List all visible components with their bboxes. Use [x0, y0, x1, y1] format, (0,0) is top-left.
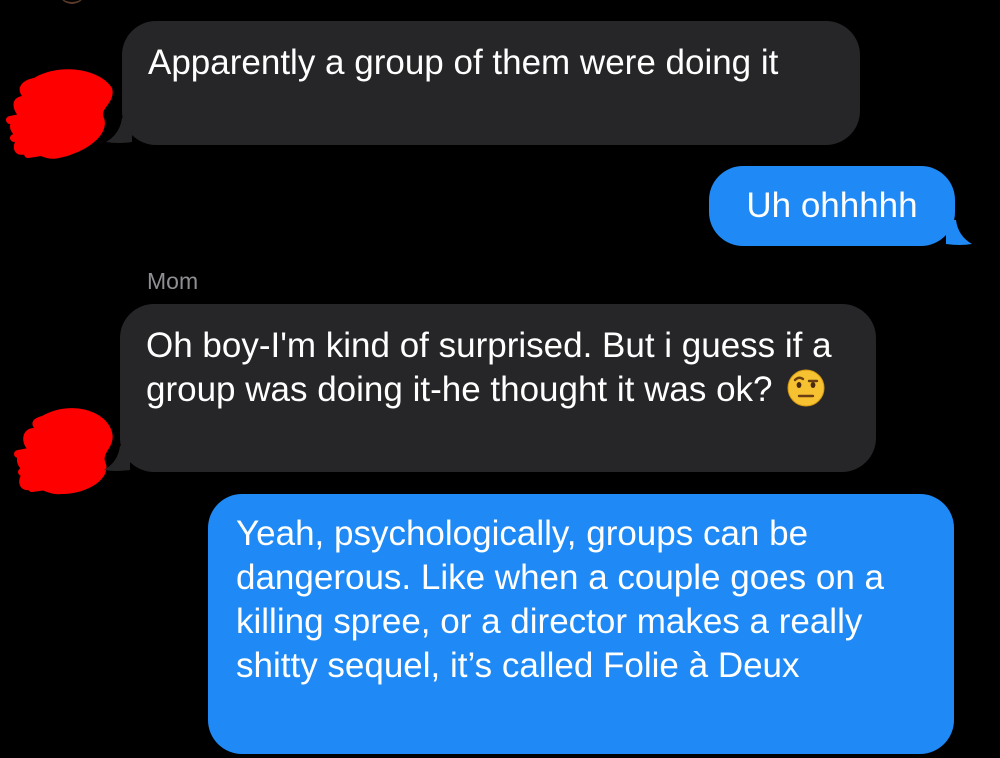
bubble-tail: [946, 220, 972, 245]
message-bubble-outgoing[interactable]: Yeah, psychologically, groups can be dan…: [208, 494, 954, 754]
sender-name: Mom: [147, 268, 199, 294]
avatar-partial: [58, 0, 86, 4]
message-bubble-outgoing[interactable]: Uh ohhhhh: [709, 166, 955, 246]
message-text: Oh boy-I'm kind of surprised. But i gues…: [146, 326, 832, 409]
message-text: Yeah, psychologically, groups can be dan…: [236, 514, 884, 685]
message-text: Uh ohhhhh: [746, 186, 918, 225]
message-bubble-incoming[interactable]: Apparently a group of them were doing it: [122, 21, 860, 145]
redacted-avatar: [6, 69, 113, 159]
message-bubble-incoming[interactable]: Oh boy-I'm kind of surprised. But i gues…: [120, 304, 876, 472]
message-text: Apparently a group of them were doing it: [148, 43, 779, 82]
raised-eyebrow-emoji-icon: [787, 369, 825, 407]
